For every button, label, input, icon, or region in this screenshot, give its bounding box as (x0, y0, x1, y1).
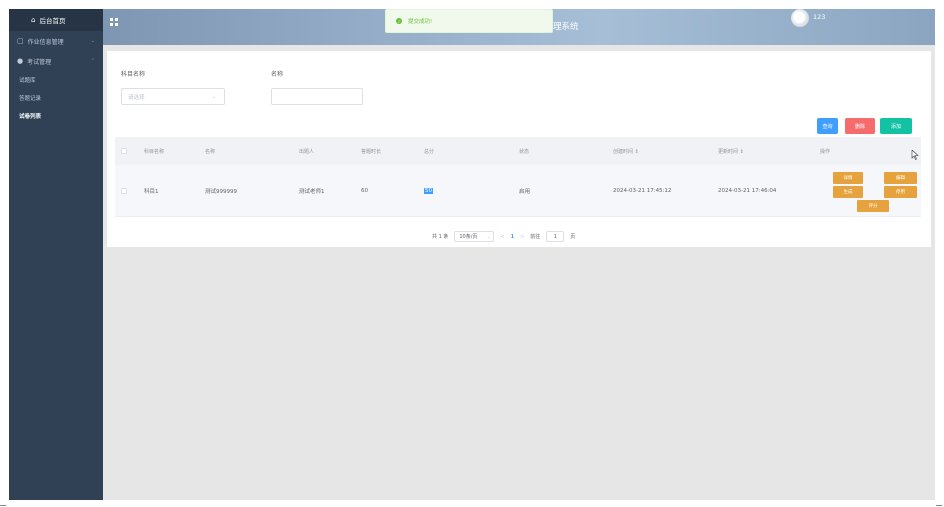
check-circle-icon: ✓ (396, 18, 402, 24)
sidebar-sub-question-bank[interactable]: 试题库 (9, 71, 103, 89)
chevron-down-icon: ⌄ (487, 234, 491, 239)
goto-page-input[interactable]: 1 (546, 231, 565, 242)
row-actions: 详情 编辑 生成 停用 评分 (827, 172, 917, 212)
sidebar-home-label: 后台首页 (39, 17, 66, 25)
query-button[interactable]: 查询 (817, 118, 838, 134)
sidebar: ⌂ 后台首页 ▢ 作业信息管理 ⌄ ● 考试管理 ⌃ 试题库 答题记录 试卷列表 (9, 9, 103, 500)
sidebar-sub-paper-list[interactable]: 试卷列表 (9, 107, 103, 125)
sidebar-home[interactable]: ⌂ 后台首页 (9, 9, 103, 31)
subject-label: 科目名称 (121, 71, 146, 78)
paper-table: 科目名称 名称 出题人 答题时长 总分 状态 创建时间 ⇕ 更新时间 ⇕ 操作 … (115, 137, 921, 217)
sidebar-sub-label: 答题记录 (19, 96, 42, 102)
col-updated[interactable]: 更新时间 ⇕ (718, 148, 744, 155)
cell-score: 50 (424, 187, 433, 194)
pagination-total: 共 1 条 (432, 234, 449, 240)
col-subject: 科目名称 (144, 148, 165, 155)
chevron-down-icon: ⌄ (211, 93, 216, 100)
page-unit-label: 页 (570, 234, 576, 240)
toast-message: 提交成功! (408, 19, 433, 25)
sidebar-item-exam[interactable]: ● 考试管理 ⌃ (9, 51, 103, 71)
cell-duration: 60 (361, 187, 368, 194)
name-label: 名称 (271, 71, 284, 78)
subject-select[interactable]: 请选择 ⌄ (121, 88, 225, 105)
current-page[interactable]: 1 (511, 234, 514, 240)
page-size-select[interactable]: 10条/页 ⌄ (454, 231, 495, 242)
generate-button[interactable]: 生成 (833, 186, 863, 198)
detail-button[interactable]: 详情 (833, 172, 863, 184)
subject-select-placeholder: 请选择 (128, 94, 145, 101)
goto-label: 前往 (530, 234, 541, 240)
cell-author: 测试老师1 (299, 188, 325, 195)
col-score: 总分 (424, 148, 435, 155)
sidebar-item-label: 作业信息管理 (27, 38, 64, 46)
avatar[interactable] (791, 9, 809, 27)
table-header: 科目名称 名称 出题人 答题时长 总分 状态 创建时间 ⇕ 更新时间 ⇕ 操作 (115, 137, 921, 165)
edit-button[interactable]: 编辑 (884, 172, 917, 184)
cell-subject: 科目1 (144, 188, 159, 195)
edge-mark (0, 505, 6, 506)
mouse-pointer-icon (911, 150, 919, 160)
cell-created: 2024-03-21 17:45:12 (613, 187, 672, 194)
disable-button[interactable]: 停用 (884, 186, 917, 198)
name-input[interactable] (271, 88, 363, 105)
col-duration: 答题时长 (361, 148, 382, 155)
cell-status: 启用 (519, 188, 531, 195)
grade-button[interactable]: 评分 (857, 200, 889, 212)
main-content: 科目名称 请选择 ⌄ 名称 查询 删除 添加 科目名称 名称 出题人 答题时长 … (103, 45, 935, 500)
home-icon: ⌂ (31, 16, 36, 24)
next-page-button[interactable]: > (520, 234, 524, 240)
select-all-checkbox[interactable] (121, 148, 127, 154)
username[interactable]: 123 (813, 13, 825, 21)
col-actions: 操作 (820, 148, 831, 155)
document-icon: ▢ (17, 37, 24, 45)
page-size-value: 10条/页 (459, 234, 478, 240)
success-toast: ✓ 提交成功! (385, 9, 553, 33)
pagination: 共 1 条 10条/页 ⌄ < 1 > 前往 1 页 (432, 231, 575, 242)
sidebar-item-homework[interactable]: ▢ 作业信息管理 ⌄ (9, 31, 103, 51)
chevron-down-icon: ⌄ (90, 38, 95, 44)
table-row[interactable]: 科目1 测试999999 测试老师1 60 50 启用 2024-03-21 1… (115, 165, 921, 217)
sidebar-item-label: 考试管理 (27, 58, 52, 66)
row-checkbox[interactable] (121, 187, 127, 194)
cell-name: 测试999999 (205, 188, 237, 195)
delete-button[interactable]: 删除 (845, 118, 875, 134)
content-card: 科目名称 请选择 ⌄ 名称 查询 删除 添加 科目名称 名称 出题人 答题时长 … (107, 51, 931, 247)
system-title: 理系统 (553, 22, 579, 32)
location-icon: ● (17, 57, 24, 65)
prev-page-button[interactable]: < (500, 234, 504, 240)
sidebar-sub-answer-records[interactable]: 答题记录 (9, 89, 103, 107)
add-button[interactable]: 添加 (880, 118, 912, 134)
col-status: 状态 (519, 148, 530, 155)
sidebar-sub-label: 试卷列表 (19, 114, 42, 120)
chevron-up-icon: ⌃ (90, 58, 95, 64)
sidebar-sub-label: 试题库 (19, 78, 36, 84)
edge-mark (936, 505, 942, 506)
cell-updated: 2024-03-21 17:46:04 (718, 187, 777, 194)
col-author: 出题人 (299, 148, 315, 155)
menu-grid-icon[interactable] (110, 18, 118, 26)
col-created[interactable]: 创建时间 ⇕ (613, 148, 639, 155)
col-name: 名称 (205, 148, 216, 155)
